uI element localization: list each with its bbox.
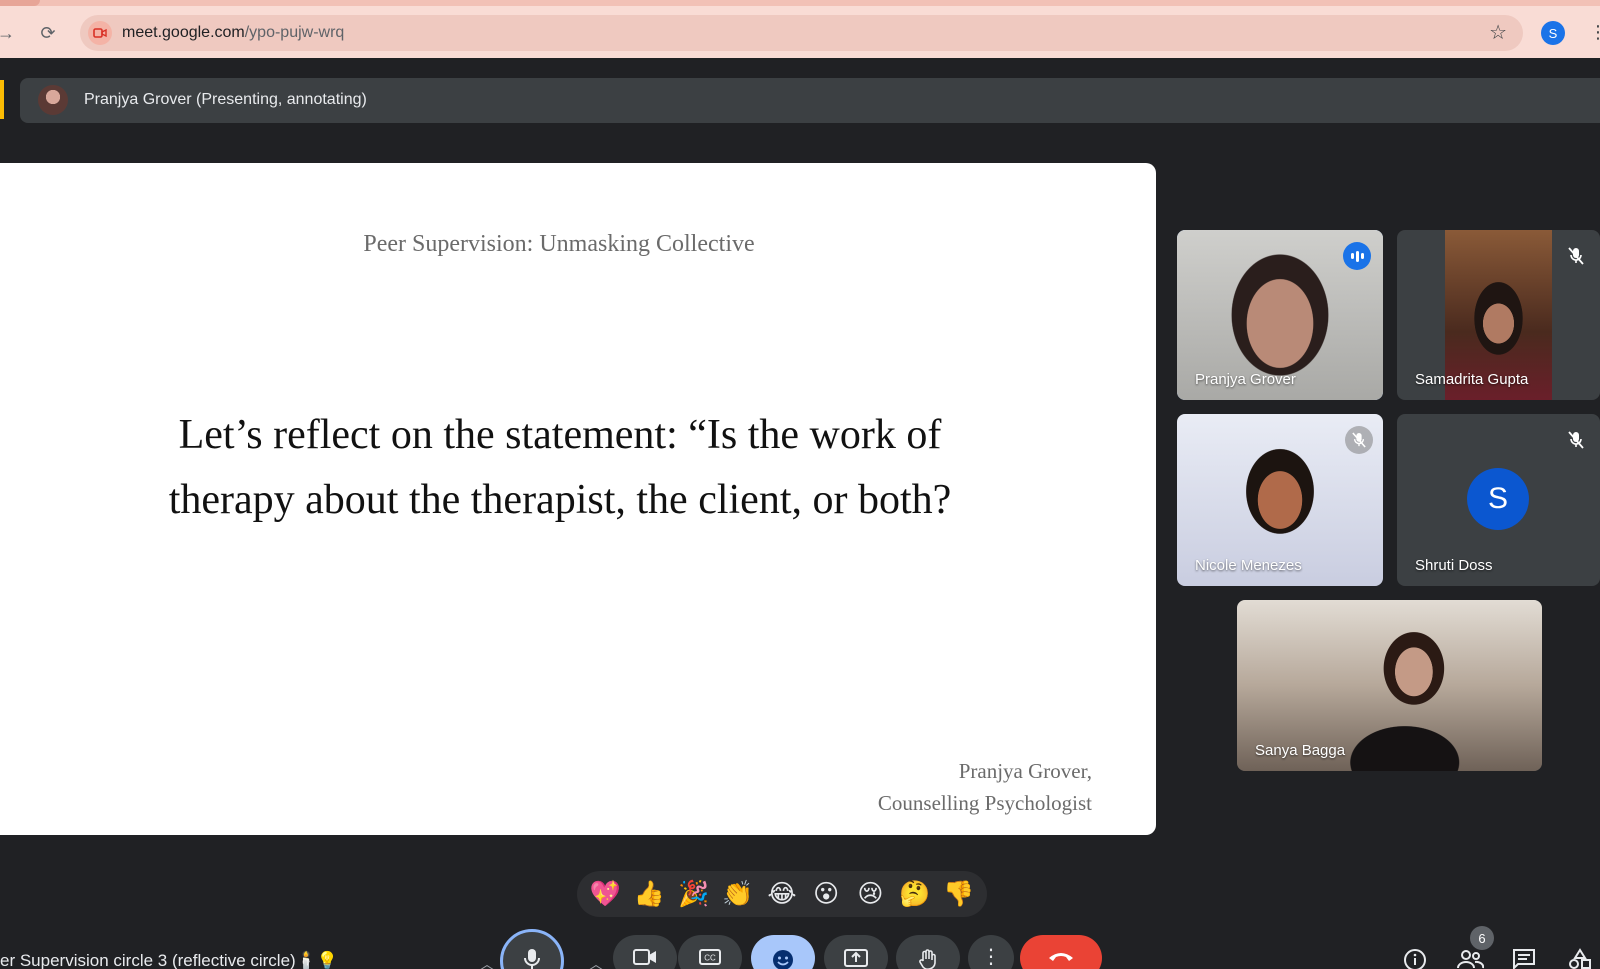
reactions-bar: 💖 👍 🎉 👏 😂 😮 😢 🤔 👎 (577, 871, 987, 917)
activities-icon[interactable] (1567, 948, 1593, 969)
speaking-indicator-icon (1343, 242, 1371, 270)
chat-icon[interactable] (1512, 948, 1536, 969)
presentation-slide: Peer Supervision: Unmasking Collective L… (0, 163, 1156, 835)
participant-tile[interactable]: Pranjya Grover (1177, 230, 1383, 400)
presenter-accent (0, 80, 4, 119)
reaction-surprised[interactable]: 😮 (807, 881, 845, 907)
more-vert-icon: ⋮ (981, 946, 1001, 968)
reactions-button[interactable] (751, 935, 815, 969)
slide-author-role: Counselling Psychologist (877, 791, 1092, 815)
mic-off-icon (1345, 426, 1373, 454)
participant-tile[interactable]: Nicole Menezes (1177, 414, 1383, 586)
participant-name: Nicole Menezes (1195, 557, 1302, 574)
participant-name: Sanya Bagga (1255, 742, 1346, 759)
mic-off-icon (1562, 242, 1590, 270)
mic-off-icon (1562, 426, 1590, 454)
present-screen-icon (844, 949, 868, 967)
slide-body: Let’s reflect on the statement: “Is the … (168, 412, 952, 523)
hand-icon (919, 949, 936, 969)
svg-text:CC: CC (704, 954, 716, 963)
reaction-thinking[interactable]: 🤔 (896, 881, 934, 907)
captions-button[interactable]: CC (678, 935, 742, 969)
present-button[interactable] (824, 935, 888, 969)
reload-icon[interactable]: ⟳ (38, 23, 58, 43)
forward-icon[interactable]: → (0, 23, 16, 43)
reaction-crying[interactable]: 😢 (851, 881, 889, 907)
reaction-thumbs-down[interactable]: 👎 (940, 881, 978, 907)
emoji-icon (773, 950, 793, 969)
camera-icon (633, 949, 656, 965)
meeting-info-icon[interactable] (1403, 948, 1427, 969)
reaction-clapping[interactable]: 👏 (719, 881, 757, 907)
participant-name: Pranjya Grover (1195, 371, 1296, 388)
microphone-button[interactable] (500, 929, 564, 969)
browser-menu-icon[interactable]: ⋮ (1589, 22, 1600, 43)
leave-call-button[interactable] (1020, 935, 1102, 969)
slide-author: Pranjya Grover, Counselling Psychologist (878, 755, 1092, 819)
presenter-status: Pranjya Grover (Presenting, annotating) (84, 91, 367, 108)
reaction-thumbs-up[interactable]: 👍 (630, 881, 668, 907)
meeting-title: er Supervision circle 3 (reflective circ… (0, 951, 339, 969)
address-bar[interactable]: meet.google.com/ypo-pujw-wrq ☆ (80, 15, 1523, 51)
browser-toolbar: → ⟳ meet.google.com/ypo-pujw-wrq ☆ S ⋮ (0, 6, 1600, 58)
slide-title: Peer Supervision: Unmasking Collective (363, 231, 755, 257)
slide-author-name: Pranjya Grover, (958, 759, 1092, 783)
profile-avatar[interactable]: S (1541, 21, 1565, 45)
participant-tile[interactable]: S Shruti Doss (1397, 414, 1600, 586)
url-text[interactable]: meet.google.com/ypo-pujw-wrq (122, 24, 344, 42)
camera-button[interactable] (613, 935, 677, 969)
url-path: /ypo-pujw-wrq (244, 24, 345, 41)
raise-hand-button[interactable] (896, 935, 960, 969)
url-host: meet.google.com (122, 24, 245, 41)
end-call-icon (1049, 953, 1073, 961)
people-count-badge: 6 (1470, 926, 1494, 950)
participant-avatar: S (1467, 468, 1529, 530)
microphone-icon (524, 949, 540, 969)
captions-icon: CC (699, 949, 721, 965)
presenter-avatar (38, 85, 68, 115)
reaction-laughing[interactable]: 😂 (763, 881, 801, 907)
more-options-button[interactable]: ⋮ (968, 935, 1014, 969)
camera-site-icon[interactable] (88, 21, 112, 45)
participant-tile[interactable]: Sanya Bagga (1237, 600, 1542, 771)
reaction-party-popper[interactable]: 🎉 (675, 881, 713, 907)
reaction-sparkling-heart[interactable]: 💖 (586, 881, 624, 907)
bookmark-star-icon[interactable]: ☆ (1489, 20, 1507, 45)
video-options-chevron-icon[interactable]: ︿ (589, 954, 603, 969)
audio-options-chevron-icon[interactable]: ︿ (480, 954, 494, 969)
people-icon[interactable] (1456, 948, 1485, 969)
presenter-banner: Pranjya Grover (Presenting, annotating) (20, 78, 1600, 123)
participant-name: Samadrita Gupta (1415, 371, 1529, 388)
participant-name: Shruti Doss (1415, 557, 1493, 574)
participant-tile[interactable]: Samadrita Gupta (1397, 230, 1600, 400)
